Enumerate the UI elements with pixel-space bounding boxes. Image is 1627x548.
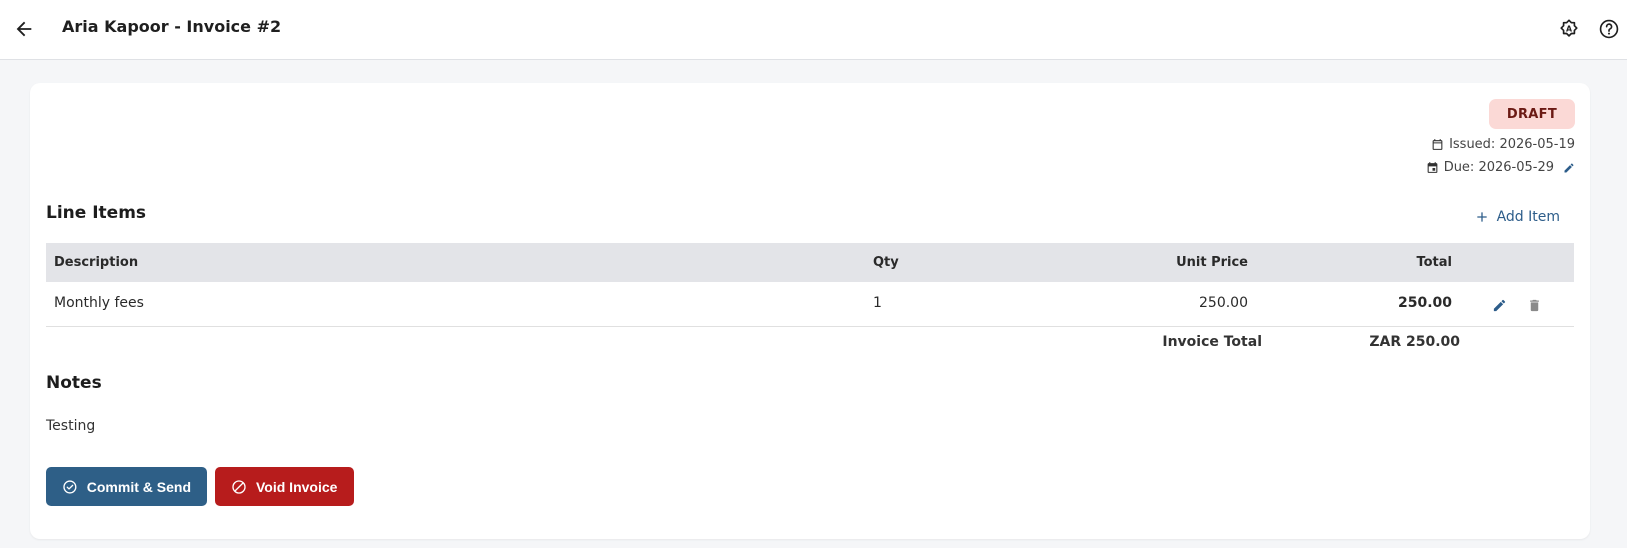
due-date-text: Due: 2026-05-29: [1443, 160, 1554, 175]
table-header: Description Qty Unit Price Total: [46, 243, 1574, 282]
issued-date: Issued: 2026-05-19: [1431, 137, 1575, 152]
void-invoice-button[interactable]: Void Invoice: [215, 467, 354, 506]
top-bar: Aria Kapoor - Invoice #2 A: [0, 0, 1627, 60]
edit-item-button[interactable]: [1487, 293, 1511, 317]
block-icon: [232, 479, 246, 494]
help-button[interactable]: [1593, 13, 1625, 45]
commit-send-button[interactable]: Commit & Send: [46, 467, 207, 506]
row-total: 250.00: [1397, 295, 1452, 311]
issued-date-text: Issued: 2026-05-19: [1449, 137, 1575, 152]
notes-title: Notes: [46, 373, 102, 393]
calendar-icon: [1432, 139, 1443, 150]
table-row: Monthly fees 1 250.00 250.00: [46, 282, 1574, 327]
event-calendar-icon: [1427, 162, 1438, 173]
notes-text: Testing: [46, 418, 96, 434]
edit-due-date-button[interactable]: [1563, 162, 1575, 174]
help-circle-icon: [1599, 19, 1619, 39]
auto-brightness-icon: A: [1560, 19, 1578, 37]
pencil-icon: [1564, 162, 1574, 172]
theme-toggle-button[interactable]: A: [1553, 13, 1585, 45]
delete-item-button[interactable]: [1522, 293, 1546, 317]
column-header-total: Total: [1416, 255, 1452, 270]
arrow-left-icon: [16, 21, 32, 37]
invoice-total-label: Invoice Total: [1162, 334, 1262, 350]
column-header-unit-price: Unit Price: [1176, 255, 1248, 270]
add-item-button[interactable]: Add Item: [1475, 209, 1560, 225]
status-badge: DRAFT: [1488, 99, 1575, 129]
column-header-qty: Qty: [873, 255, 899, 270]
pencil-icon: [1493, 299, 1505, 311]
invoice-total-value: ZAR 250.00: [1369, 334, 1460, 350]
row-description: Monthly fees: [54, 295, 144, 311]
column-header-description: Description: [54, 255, 139, 270]
commit-send-label: Commit & Send: [86, 478, 191, 495]
row-qty: 1: [873, 295, 882, 311]
check-circle-icon: [63, 479, 77, 494]
back-button[interactable]: [6, 11, 42, 47]
invoice-card: DRAFT Issued: 2026-05-19 Due: 2026-05-29…: [30, 83, 1590, 539]
plus-icon: [1476, 212, 1487, 222]
line-items-title: Line Items: [46, 203, 147, 223]
due-date: Due: 2026-05-29: [1426, 160, 1575, 175]
row-unit-price: 250.00: [1199, 295, 1248, 311]
page-title: Aria Kapoor - Invoice #2: [62, 17, 282, 36]
svg-text:A: A: [1566, 24, 1572, 33]
trash-icon: [1529, 299, 1539, 311]
add-item-label: Add Item: [1496, 209, 1560, 225]
void-invoice-label: Void Invoice: [256, 478, 338, 495]
